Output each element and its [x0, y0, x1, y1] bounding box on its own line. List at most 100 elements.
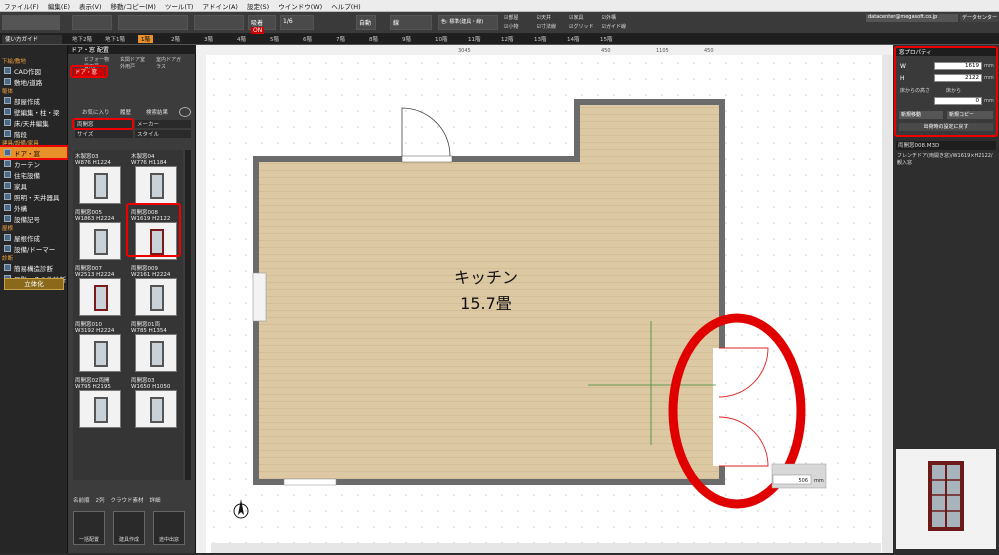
display-check-5[interactable]: ☑寸法線 — [537, 23, 570, 32]
floor-tab-5[interactable]: 4階 — [237, 35, 246, 43]
floor-tab-14[interactable]: 13階 — [534, 35, 547, 43]
menu-item-0[interactable]: ファイル(F) — [4, 1, 39, 11]
zoom-select[interactable]: 1/6 — [280, 15, 314, 30]
catalog-action-2[interactable]: 途中出窓 — [153, 511, 185, 545]
floor-tab-9[interactable]: 8階 — [369, 35, 378, 43]
nav-item-2-1[interactable]: カーテン — [0, 158, 67, 169]
floor-tab-2[interactable]: 1階 — [138, 35, 153, 43]
menu-item-7[interactable]: ウインドウ(W) — [278, 1, 322, 11]
nav-item-0-0[interactable]: CAD作図 — [0, 65, 67, 76]
nav-item-3-0[interactable]: 屋根作成 — [0, 232, 67, 243]
floor-tab-10[interactable]: 9階 — [402, 35, 411, 43]
nav-item-icon — [4, 108, 11, 115]
nav-item-2-0[interactable]: ドア・窓 — [0, 145, 69, 160]
catalog-action-1[interactable]: 建具作成 — [113, 511, 145, 545]
line-select[interactable]: 線 — [390, 15, 432, 30]
display-check-6[interactable]: ☑グリッド — [569, 23, 602, 32]
display-check-3[interactable]: ☑外構 — [602, 14, 635, 23]
properties-panel: 窓プロパティ W mm H mm 床からの高さ 床から mm 新規移動 新規コピ… — [893, 45, 999, 553]
menu-item-2[interactable]: 表示(V) — [79, 1, 102, 11]
menu-item-6[interactable]: 設定(S) — [247, 1, 269, 11]
color-select[interactable]: 色: 標準(建具・線) — [438, 15, 498, 30]
sort-by-name[interactable]: 名前順 — [73, 496, 90, 505]
view-select[interactable]: 自動 — [356, 15, 376, 30]
nav-section-0: 下絵/敷地 — [2, 59, 26, 65]
search-icon[interactable] — [179, 107, 191, 117]
tab-history[interactable]: 履歴 — [120, 108, 140, 116]
catalog-item[interactable]: 両開窓02両開 W795 H2195 — [75, 376, 125, 446]
column-count[interactable]: 2列 — [96, 496, 105, 505]
catalog-action-0[interactable]: 一括配置 — [73, 511, 105, 545]
display-check-7[interactable]: ☑ガイド線 — [602, 23, 635, 32]
mode-selector[interactable] — [2, 15, 60, 30]
select-tools[interactable] — [72, 15, 112, 30]
menu-item-5[interactable]: アドイン(A) — [202, 1, 238, 11]
3d-view-button[interactable]: 立体化 — [4, 278, 64, 290]
nav-item-icon — [4, 130, 11, 137]
tab-interior[interactable]: 室内ドアガラス — [156, 56, 184, 70]
nav-item-1-3[interactable]: 階段 — [0, 128, 67, 139]
menu-item-4[interactable]: ツール(T) — [165, 1, 194, 11]
catalog-grid: 木製窓03 W876 H1224 木製窓04 W776 H1184 両開窓005 W186… — [73, 150, 183, 480]
zoom-tools[interactable] — [194, 15, 244, 30]
filter-maker[interactable]: メーカー — [135, 120, 191, 128]
floor-tab-16[interactable]: 15階 — [600, 35, 613, 43]
floor-tab-4[interactable]: 3階 — [204, 35, 213, 43]
floor-tab-13[interactable]: 12階 — [501, 35, 514, 43]
floor-tab-12[interactable]: 11階 — [468, 35, 481, 43]
catalog-item[interactable]: 両開窓03 W1650 H1050 — [131, 376, 181, 446]
floor-tab-7[interactable]: 6階 — [303, 35, 312, 43]
floor-tab-1[interactable]: 地下1階 — [105, 35, 125, 43]
display-check-1[interactable]: ☑天井 — [537, 14, 570, 23]
floor-tab-11[interactable]: 10階 — [435, 35, 448, 43]
cloud-checkbox[interactable]: クラウド素材 — [111, 496, 144, 505]
filter-size[interactable]: サイズ — [75, 130, 133, 138]
nav-item-1-0[interactable]: 部屋作成 — [0, 95, 67, 106]
file-tools[interactable] — [118, 15, 188, 30]
display-checkboxes[interactable]: ☑部屋 ☑天井 ☑家具 ☑外構 ☑小物 ☑寸法線 ☑グリッド ☑ガイド線 — [504, 14, 634, 32]
floor-tab-15[interactable]: 14階 — [567, 35, 580, 43]
nav-item-icon — [4, 245, 11, 252]
snap-toggle[interactable]: 吸着 ON — [248, 15, 276, 34]
guide-button[interactable]: 使い方ガイド — [2, 35, 62, 44]
menu-item-8[interactable]: ヘルプ(H) — [331, 1, 360, 11]
floor-tab-6[interactable]: 5階 — [270, 35, 279, 43]
nav-item-1-1[interactable]: 壁編集・柱・梁 — [0, 106, 67, 117]
display-check-4[interactable]: ☑小物 — [504, 23, 537, 32]
nav-item-label: 屋根作成 — [14, 234, 40, 243]
display-check-2[interactable]: ☑家具 — [569, 14, 602, 23]
datacenter-button[interactable]: データセンター — [960, 14, 998, 22]
menu-item-1[interactable]: 編集(E) — [48, 1, 70, 11]
snap-on-badge: ON — [251, 27, 265, 34]
account-email[interactable]: datacenter@megasoft.co.jp — [866, 14, 958, 22]
tab-favorites[interactable]: お気に入り — [82, 108, 112, 116]
room-area: 15.7畳 — [460, 294, 512, 313]
nav-item-2-3[interactable]: 家具 — [0, 180, 67, 191]
menu-item-3[interactable]: 移動/コピー(M) — [111, 1, 156, 11]
detail-checkbox[interactable]: 詳細 — [150, 496, 161, 505]
nav-item-0-1[interactable]: 敷地/道路 — [0, 76, 67, 87]
catalog-scrollbar[interactable] — [185, 150, 191, 480]
nav-item-4-0[interactable]: 簡易構造診断 — [0, 262, 67, 273]
catalog-item-thumbnail — [135, 390, 177, 428]
nav-item-2-5[interactable]: 外構 — [0, 202, 67, 213]
floor-tab-8[interactable]: 7階 — [336, 35, 345, 43]
drawing-canvas[interactable]: 3045 450 1105 450 キッチン 15.7畳 506 mm — [196, 45, 893, 553]
catalog-panel: ドア・窓 配置 ドア・窓 ビフォー物置用戸 玄関ドア室外用戸 室内ドアガラス お… — [68, 45, 196, 553]
floor-tab-3[interactable]: 2階 — [171, 35, 180, 43]
highlight-filter — [72, 118, 134, 130]
filter-style[interactable]: スタイル — [135, 130, 191, 138]
nav-item-2-2[interactable]: 住宅設備 — [0, 169, 67, 180]
tab-search-results[interactable]: 検索結果 — [146, 108, 176, 116]
nav-item-1-2[interactable]: 床/天井編集 — [0, 117, 67, 128]
nav-item-3-1[interactable]: 設備/ドーマー — [0, 243, 67, 254]
room-name: キッチン — [454, 268, 518, 287]
nav-item-2-6[interactable]: 設備記号 — [0, 213, 67, 224]
floor-tab-0[interactable]: 地下2階 — [72, 35, 92, 43]
nav-item-label: 住宅設備 — [14, 171, 40, 180]
door-opening — [401, 155, 453, 163]
catalog-item-name: 両開窓03 — [131, 378, 155, 384]
display-check-0[interactable]: ☑部屋 — [504, 14, 537, 23]
tab-entrance[interactable]: 玄関ドア室外用戸 — [120, 56, 148, 70]
nav-item-2-4[interactable]: 照明・天井器具 — [0, 191, 67, 202]
